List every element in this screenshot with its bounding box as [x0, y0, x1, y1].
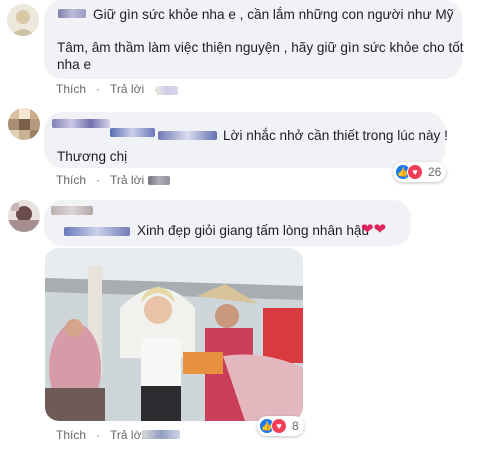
commenter-name[interactable]	[158, 131, 217, 140]
comment-photo[interactable]	[45, 248, 303, 421]
avatar[interactable]	[8, 108, 40, 140]
comment-text: Xinh đẹp giỏi giang tấm lòng nhân hậu	[137, 223, 370, 238]
commenter-name[interactable]	[64, 227, 130, 236]
love-icon: ♥	[271, 418, 287, 434]
commenter-name[interactable]	[110, 128, 155, 137]
avatar[interactable]	[8, 200, 40, 232]
reply-link[interactable]: Trả lời	[110, 173, 144, 187]
love-icon: ♥	[407, 164, 423, 180]
comment-text: nha e	[57, 57, 92, 72]
timestamp[interactable]	[156, 86, 178, 95]
reply-link[interactable]: Trả lời	[110, 428, 144, 442]
commenter-name[interactable]	[58, 9, 86, 18]
heart-emoji: ❤❤	[361, 221, 387, 238]
comment-text: Thương chị	[57, 149, 128, 164]
reaction-summary[interactable]: 👍 ♥ 8	[257, 416, 304, 436]
commenter-name[interactable]	[51, 206, 93, 215]
comment-text: Tâm, âm thầm làm việc thiện nguyện , hãy…	[57, 40, 464, 55]
timestamp[interactable]	[142, 430, 180, 439]
like-link[interactable]: Thích	[56, 428, 86, 442]
comment-actions: Thích·Trả lời·	[56, 82, 158, 96]
like-link[interactable]: Thích	[56, 173, 86, 187]
reaction-count: 26	[428, 165, 442, 179]
avatar[interactable]	[7, 4, 39, 36]
reply-link[interactable]: Trả lời	[110, 82, 144, 96]
reaction-summary[interactable]: 👍 ♥ 26	[393, 162, 447, 182]
like-link[interactable]: Thích	[56, 82, 86, 96]
comment-text: Giữ gìn sức khỏe nha e , cần lắm những c…	[93, 7, 454, 22]
comment-text: Lời nhắc nhở cần thiết trong lúc này !	[223, 128, 448, 143]
timestamp[interactable]	[148, 176, 170, 185]
reaction-count: 8	[292, 419, 299, 433]
commenter-name[interactable]	[52, 119, 110, 128]
